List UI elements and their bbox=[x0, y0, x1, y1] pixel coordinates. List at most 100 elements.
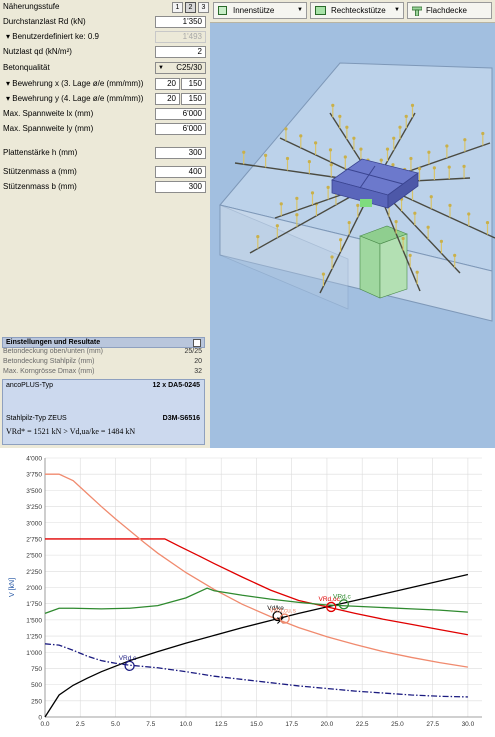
rebar-x-diameter-input[interactable]: 20 bbox=[155, 78, 180, 90]
stud-head bbox=[417, 167, 422, 171]
concrete-value: C25/30 bbox=[176, 63, 202, 72]
annotation-label: VRd,c bbox=[119, 655, 137, 662]
col-b-row: Stützenmass b (mm) 300 bbox=[0, 180, 210, 194]
result-type-label: ancoPLUS-Typ bbox=[6, 382, 54, 389]
level-1-button[interactable]: 1 bbox=[172, 2, 183, 13]
x-tick-label: 5.0 bbox=[111, 721, 120, 728]
punching-load-input[interactable]: 1'350 bbox=[155, 16, 206, 28]
x-tick-label: 2.5 bbox=[76, 721, 85, 728]
stud-head bbox=[429, 195, 433, 199]
punching-load-label: Durchstanzlast Rd (kN) bbox=[3, 17, 86, 26]
rebar-y-diameter-input[interactable]: 20 bbox=[155, 93, 180, 105]
shear-chart: 4'000 3'750 3'500 3'250 3'000 2'750 2'500 2'250… bbox=[0, 450, 495, 737]
span-x-row: Max. Spannweite lx (mm) 6'000 bbox=[0, 107, 210, 121]
column-left-face bbox=[359, 235, 381, 299]
y-tick-label: 250 bbox=[31, 698, 42, 705]
flat-slab-button[interactable]: Flachdecke bbox=[407, 2, 492, 19]
annotation-label: VRd,c bbox=[333, 593, 351, 600]
stud-head bbox=[408, 253, 412, 257]
rect-column-button[interactable]: Rechteckstütze ▼ bbox=[310, 2, 404, 19]
stud-head bbox=[329, 163, 333, 167]
chevron-down-icon: ▼ bbox=[297, 7, 303, 13]
col-b-label: Stützenmass b (mm) bbox=[3, 182, 77, 191]
x-tick-label: 12.5 bbox=[215, 721, 228, 728]
level-3-button[interactable]: 3 bbox=[198, 2, 209, 13]
level-2-button[interactable]: 2 bbox=[185, 2, 196, 13]
cover-steel-row: Betondeckung Stahlpilz (mm) 20 bbox=[2, 358, 205, 368]
stud-head bbox=[398, 125, 402, 129]
result-steel-value: D3M-S6516 bbox=[162, 415, 200, 422]
x-tick-label: 7.5 bbox=[146, 721, 155, 728]
rebar-x-row: ▾ Bewehrung x (3. Lage ø/e (mm/mm)) 20 1… bbox=[0, 77, 210, 91]
stud-head bbox=[385, 147, 390, 151]
rect-column-label: Rechteckstütze bbox=[331, 6, 386, 15]
span-y-input[interactable]: 6'000 bbox=[155, 123, 206, 135]
user-defined-label: ▾ Benutzerdefiniert ke: 0.9 bbox=[6, 32, 99, 41]
rebar-x-spacing-input[interactable]: 150 bbox=[181, 78, 206, 90]
span-y-row: Max. Spannweite ly (mm) 6'000 bbox=[0, 122, 210, 136]
rebar-y-spacing-input[interactable]: 150 bbox=[181, 93, 206, 105]
settings-toggle-checkbox[interactable] bbox=[193, 339, 201, 347]
x-tick-label: 27.5 bbox=[426, 721, 439, 728]
x-tick-label: 10.0 bbox=[180, 721, 193, 728]
live-load-input[interactable]: 2 bbox=[155, 46, 206, 58]
concrete-row: Betonqualität ▼ C25/30 bbox=[0, 61, 210, 75]
x-tick-label: 0.0 bbox=[40, 721, 49, 728]
rect-column-icon bbox=[315, 6, 326, 15]
stud-head bbox=[310, 191, 315, 195]
stud-head bbox=[307, 160, 311, 164]
stud-head bbox=[295, 213, 299, 217]
3d-scene bbox=[219, 62, 495, 322]
x-tick-label: 22.5 bbox=[356, 721, 369, 728]
stud-head bbox=[481, 131, 485, 136]
y-tick-label: 500 bbox=[31, 682, 42, 689]
flat-slab-icon bbox=[411, 6, 423, 17]
stud-head bbox=[328, 148, 333, 152]
chevron-down-icon: ▼ bbox=[394, 7, 400, 13]
stud-head bbox=[331, 103, 335, 107]
stud-head bbox=[463, 138, 467, 142]
stud-head bbox=[391, 163, 395, 167]
concrete-select[interactable]: ▼ C25/30 bbox=[155, 62, 206, 74]
stud-head bbox=[453, 253, 457, 257]
x-tick-label: 17.5 bbox=[285, 721, 298, 728]
stud-head bbox=[314, 141, 318, 145]
y-tick-label: 3'250 bbox=[26, 504, 42, 511]
column-icon bbox=[218, 6, 227, 15]
stud-head bbox=[432, 166, 436, 170]
span-x-input[interactable]: 6'000 bbox=[155, 108, 206, 120]
x-tick-label: 15.0 bbox=[250, 721, 263, 728]
max-grain-label: Max. Korngrösse Dmax (mm) bbox=[3, 368, 95, 375]
concrete-label: Betonqualität bbox=[3, 63, 50, 72]
stud-head bbox=[448, 203, 452, 207]
stud-head bbox=[295, 196, 299, 200]
stud-head bbox=[330, 255, 334, 259]
user-defined-text: Benutzerdefiniert ke: 0.9 bbox=[12, 32, 99, 41]
stud-head bbox=[467, 212, 471, 216]
3d-viewport[interactable] bbox=[210, 23, 495, 448]
stud-head bbox=[343, 155, 347, 159]
slab-input[interactable]: 300 bbox=[155, 147, 206, 159]
toolbar: Innenstütze ▼ Rechteckstütze ▼ Flachdeck… bbox=[210, 0, 495, 23]
y-tick-label: 1'250 bbox=[26, 634, 42, 641]
rebar-x-label: ▾ Bewehrung x (3. Lage ø/e (mm/mm)) bbox=[6, 79, 144, 88]
stud-head bbox=[256, 235, 260, 239]
y-tick-label: 2'500 bbox=[26, 553, 42, 560]
stud-head bbox=[284, 127, 288, 131]
y-axis-label: V [kN] bbox=[9, 578, 16, 597]
slab-label: Plattenstärke h (mm) bbox=[3, 148, 78, 157]
result-type-value: 12 x DA5-0245 bbox=[152, 382, 200, 389]
col-a-input[interactable]: 400 bbox=[155, 166, 206, 178]
inner-column-button[interactable]: Innenstütze ▼ bbox=[213, 2, 307, 19]
y-tick-label: 3'500 bbox=[26, 488, 42, 495]
stud-head bbox=[409, 156, 413, 161]
punching-load-row: Durchstanzlast Rd (kN) 1'350 bbox=[0, 15, 210, 29]
y-tick-label: 3'750 bbox=[26, 472, 42, 479]
col-b-input[interactable]: 300 bbox=[155, 181, 206, 193]
approx-level-row: Näherungsstufe 1 2 3 bbox=[0, 0, 210, 14]
cover-steel-value: 20 bbox=[194, 358, 202, 365]
settings-header[interactable]: Einstellungen und Resultate bbox=[2, 337, 205, 348]
stud-head bbox=[321, 272, 326, 276]
rebar-y-row: ▾ Bewehrung y (4. Lage ø/e (mm/mm)) 20 1… bbox=[0, 92, 210, 106]
stud-head bbox=[356, 203, 360, 207]
